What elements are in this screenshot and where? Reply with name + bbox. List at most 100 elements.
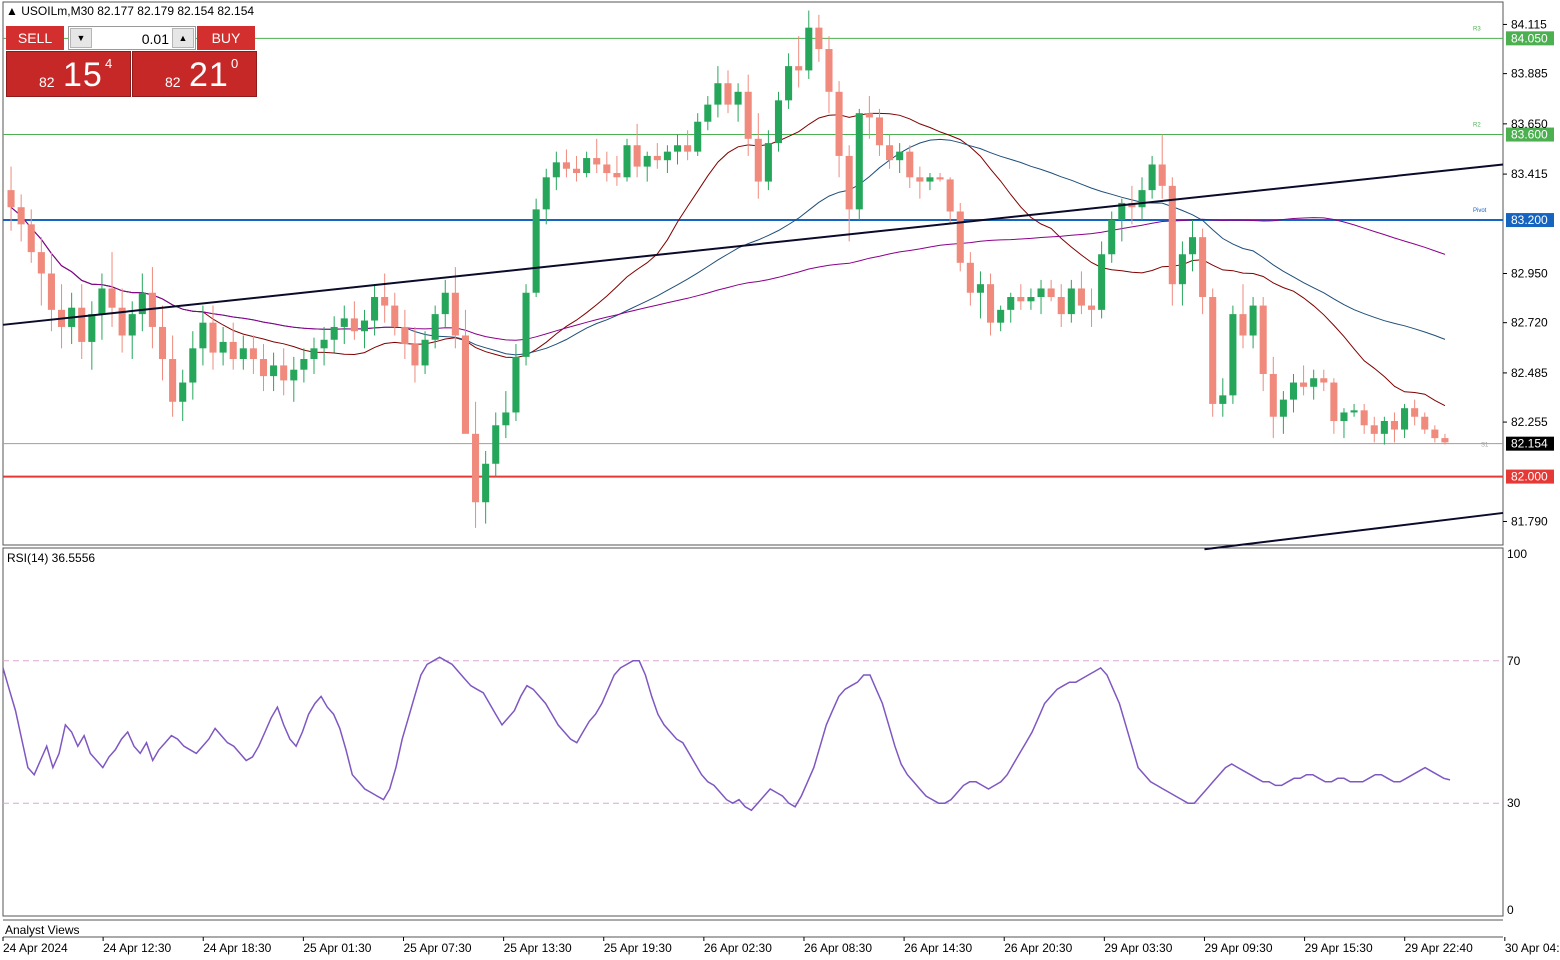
triangle-up-icon[interactable]: ▲ xyxy=(6,4,18,18)
candle-body-133 xyxy=(1350,410,1358,413)
candle-body-98 xyxy=(997,309,1005,323)
candle-body-24 xyxy=(249,348,257,360)
rsi-indicator-label: RSI(14) 36.5556 xyxy=(7,551,96,565)
candle-body-99 xyxy=(1007,297,1015,310)
volume-increase-button[interactable]: ▲ xyxy=(172,28,194,48)
candle-body-4 xyxy=(47,273,55,310)
candle-body-42 xyxy=(431,314,439,340)
y-tick-label-2: 83.650 xyxy=(1511,117,1548,131)
candle-body-70 xyxy=(714,83,722,105)
candle-body-37 xyxy=(381,297,389,306)
x-axis-label-6: 25 Apr 19:30 xyxy=(604,941,672,955)
candle-body-74 xyxy=(754,138,762,182)
buy-button[interactable]: BUY xyxy=(197,26,255,50)
candle-body-114 xyxy=(1158,164,1166,186)
candle-body-81 xyxy=(825,49,833,92)
candle-body-17 xyxy=(179,382,187,402)
candle-body-117 xyxy=(1188,237,1197,255)
trendline-1 xyxy=(1204,511,1504,551)
sell-price-sup: 4 xyxy=(105,56,113,71)
candle-body-44 xyxy=(451,292,459,336)
candle-body-108 xyxy=(1098,254,1106,310)
candle-body-41 xyxy=(421,339,429,366)
candle-body-72 xyxy=(734,91,742,105)
candle-body-10 xyxy=(108,288,116,308)
candle-body-58 xyxy=(593,158,601,165)
sell-button[interactable]: SELL xyxy=(6,26,64,50)
candle-body-101 xyxy=(1027,297,1035,302)
candle-body-93 xyxy=(946,179,954,212)
candle-body-75 xyxy=(764,143,772,182)
volume-control: ▼ ▲ xyxy=(68,26,196,50)
candle-body-53 xyxy=(542,177,550,210)
volume-input[interactable] xyxy=(95,29,171,49)
candle-body-56 xyxy=(572,168,581,174)
one-click-trading-panel: SELL ▼ ▲ BUY 82 15 4 82 21 0 xyxy=(6,26,257,97)
symbol-ohlc-text: USOILm,M30 82.177 82.179 82.154 82.154 xyxy=(21,4,255,18)
level-price-label-2: 83.200 xyxy=(1511,213,1548,227)
x-axis-label-3: 25 Apr 01:30 xyxy=(303,941,371,955)
analyst-views-label[interactable]: Analyst Views xyxy=(5,923,79,937)
candle-body-2 xyxy=(27,224,35,253)
candle-body-129 xyxy=(1310,378,1318,387)
candle-body-23 xyxy=(239,348,247,360)
candle-body-121 xyxy=(1229,314,1237,396)
x-axis-label-9: 26 Apr 14:30 xyxy=(904,941,972,955)
candle-body-35 xyxy=(360,320,369,332)
x-axis-label-11: 29 Apr 03:30 xyxy=(1104,941,1172,955)
candle-body-32 xyxy=(330,326,338,340)
candle-body-12 xyxy=(128,314,136,336)
candle-body-21 xyxy=(219,341,227,353)
sell-price-box[interactable]: 82 15 4 xyxy=(6,51,131,97)
trendline-0 xyxy=(2,163,1504,326)
candle-body-109 xyxy=(1108,220,1116,255)
candle-body-83 xyxy=(845,155,853,210)
sell-price-big: 15 xyxy=(63,56,103,94)
candle-body-123 xyxy=(1249,305,1257,336)
candle-body-106 xyxy=(1077,288,1085,306)
candle-body-47 xyxy=(482,463,490,503)
candle-body-63 xyxy=(643,155,651,167)
candle-body-90 xyxy=(916,177,924,182)
candle-body-71 xyxy=(724,83,732,105)
candle-body-102 xyxy=(1037,288,1045,298)
candle-body-50 xyxy=(512,356,520,413)
candle-body-68 xyxy=(694,121,702,152)
candle-body-141 xyxy=(1431,429,1439,439)
candle-body-52 xyxy=(532,209,540,293)
candle-body-67 xyxy=(684,145,692,152)
current-price-label: 82.154 xyxy=(1511,437,1548,451)
candle-body-8 xyxy=(88,314,96,342)
x-axis-label-12: 29 Apr 09:30 xyxy=(1204,941,1272,955)
candle-body-28 xyxy=(290,369,298,381)
candle-body-125 xyxy=(1269,373,1277,417)
candle-body-48 xyxy=(492,425,500,464)
candle-body-104 xyxy=(1057,297,1065,315)
candle-body-25 xyxy=(259,359,268,377)
candle-body-9 xyxy=(98,288,106,315)
candle-body-78 xyxy=(795,66,803,71)
candle-body-140 xyxy=(1421,416,1429,430)
y-tick-label-4: 82.950 xyxy=(1511,267,1548,281)
candle-body-103 xyxy=(1047,288,1055,298)
candle-body-137 xyxy=(1390,421,1398,430)
level-tag-0: R3 xyxy=(1473,26,1481,32)
volume-decrease-button[interactable]: ▼ xyxy=(70,28,92,48)
x-axis-label-4: 25 Apr 07:30 xyxy=(403,941,471,955)
candle-body-33 xyxy=(340,318,348,327)
candle-body-138 xyxy=(1401,408,1409,430)
candle-body-0 xyxy=(7,190,15,208)
candle-body-86 xyxy=(875,117,884,146)
candle-body-22 xyxy=(229,341,237,360)
buy-price-small: 82 xyxy=(165,74,181,90)
candle-body-95 xyxy=(966,262,974,293)
candle-body-89 xyxy=(906,151,914,178)
candle-body-100 xyxy=(1017,297,1025,302)
candle-body-20 xyxy=(209,322,217,353)
candle-body-136 xyxy=(1380,421,1388,434)
buy-price-box[interactable]: 82 21 0 xyxy=(132,51,257,97)
candle-body-34 xyxy=(350,318,358,332)
candle-body-18 xyxy=(189,348,197,383)
x-axis-label-13: 29 Apr 15:30 xyxy=(1305,941,1373,955)
buy-price-big: 21 xyxy=(189,56,229,94)
